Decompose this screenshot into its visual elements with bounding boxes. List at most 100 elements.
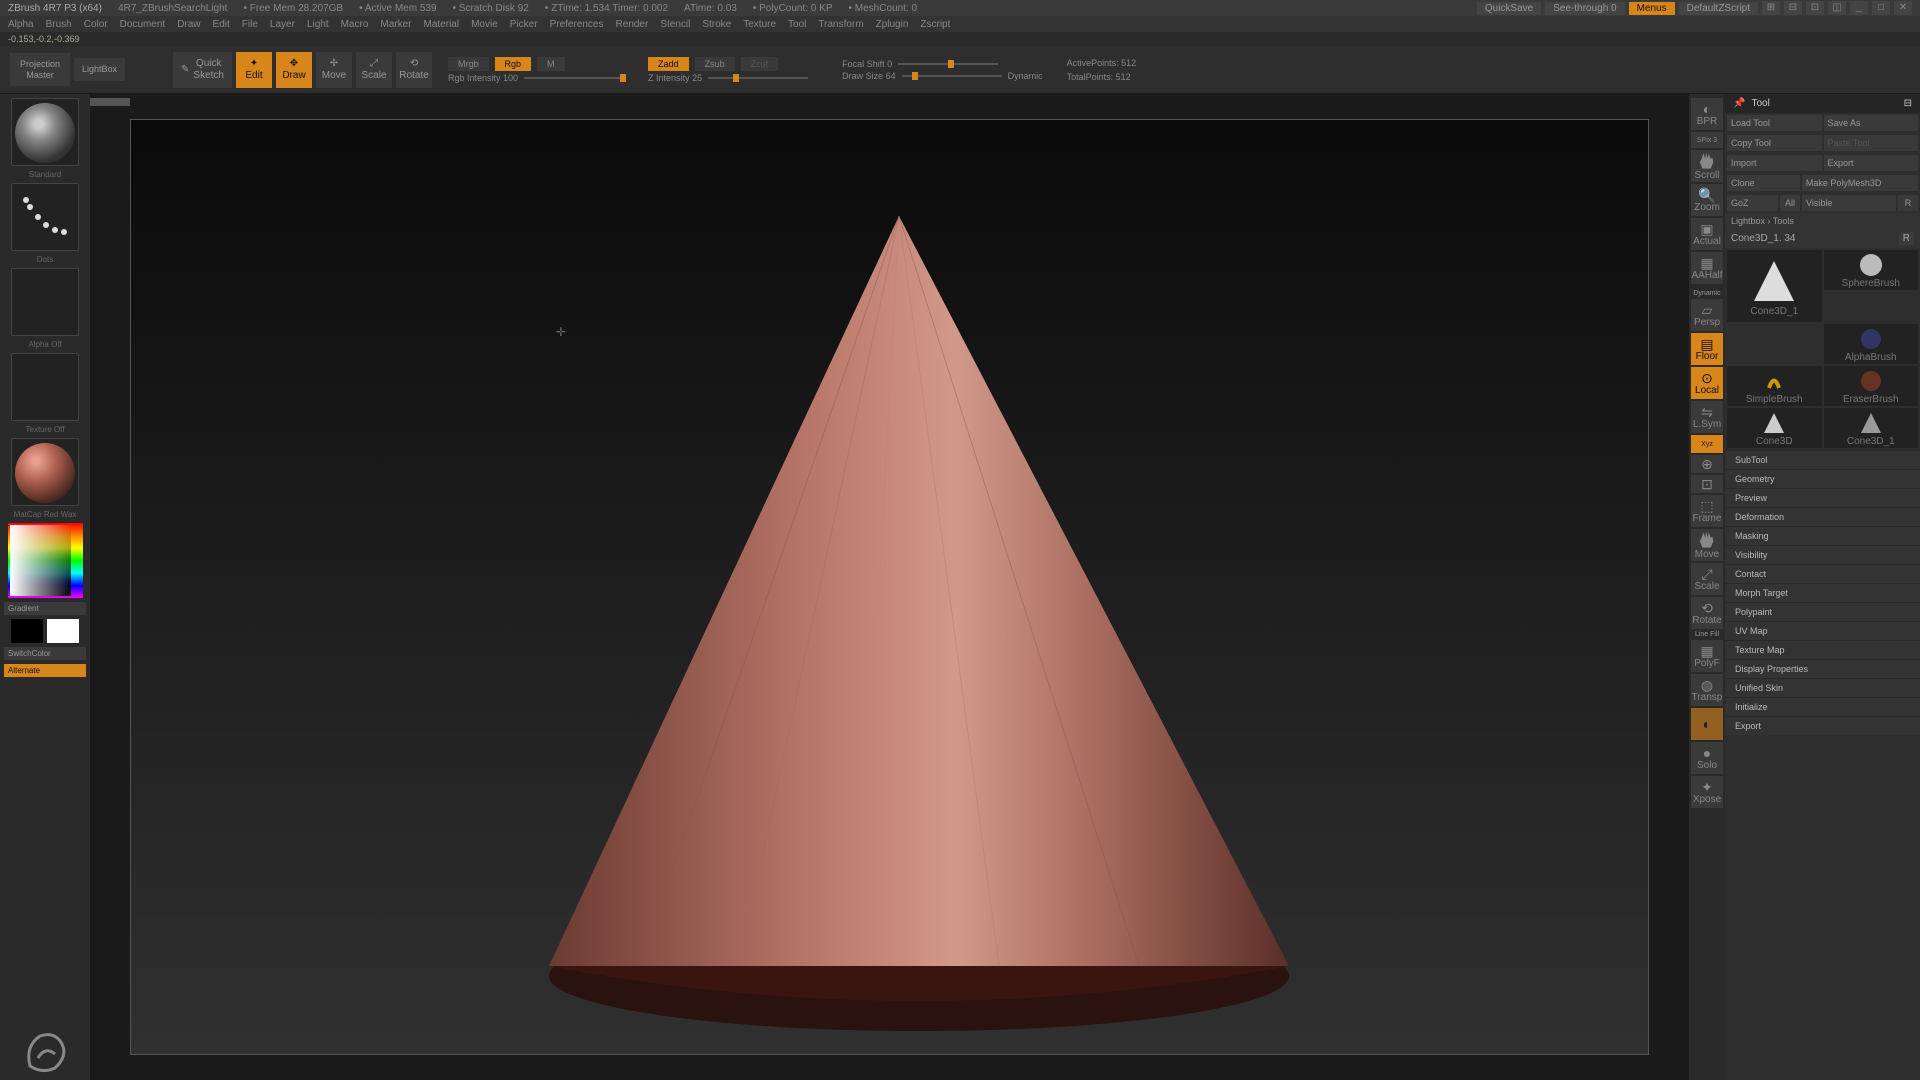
m-button[interactable]: M <box>537 57 565 71</box>
goz-all-button[interactable]: All <box>1780 195 1800 211</box>
quick-sketch-button[interactable]: ✎ Quick Sketch <box>173 52 232 88</box>
zadd-button[interactable]: Zadd <box>648 57 689 71</box>
persp-button[interactable]: ▱Persp <box>1691 299 1723 331</box>
rgb-button[interactable]: Rgb <box>495 57 532 71</box>
alternate-button[interactable]: Alternate <box>4 664 86 677</box>
focal-shift-slider[interactable] <box>898 63 998 65</box>
polymesh-button[interactable]: Make PolyMesh3D <box>1802 175 1918 191</box>
mrgb-button[interactable]: Mrgb <box>448 57 489 71</box>
tool-panel-header[interactable]: 📌 Tool ⊟ <box>1725 94 1920 113</box>
brush-thumbnail[interactable] <box>11 98 79 166</box>
menu-alpha[interactable]: Alpha <box>8 19 34 30</box>
menu-picker[interactable]: Picker <box>510 19 538 30</box>
default-zscript[interactable]: DefaultZScript <box>1679 2 1758 15</box>
section-unified-skin[interactable]: Unified Skin <box>1725 678 1920 697</box>
transp-button[interactable]: ◍Transp <box>1691 674 1723 706</box>
section-texture-map[interactable]: Texture Map <box>1725 640 1920 659</box>
move-mode-button[interactable]: ✢Move <box>316 52 352 88</box>
switch-color-button[interactable]: SwitchColor <box>4 647 86 660</box>
menu-edit[interactable]: Edit <box>213 19 230 30</box>
color-picker[interactable] <box>8 523 83 598</box>
rotate-mode-button[interactable]: ⟲Rotate <box>396 52 432 88</box>
tool-thumb-cone3d1[interactable]: Cone3D_1 <box>1727 250 1822 322</box>
floor-button[interactable]: ▤Floor <box>1691 333 1723 365</box>
draw-mode-button[interactable]: ✥Draw <box>276 52 312 88</box>
projection-master-button[interactable]: Projection Master <box>10 53 70 87</box>
actual-button[interactable]: ▣Actual <box>1691 218 1723 250</box>
center-button[interactable]: ⊕ <box>1691 455 1723 473</box>
canvas-scroll-handle[interactable] <box>90 98 130 106</box>
menu-transform[interactable]: Transform <box>818 19 863 30</box>
menu-zplugin[interactable]: Zplugin <box>876 19 909 30</box>
window-min-icon[interactable]: _ <box>1850 1 1868 15</box>
collapse-icon[interactable]: ⊟ <box>1904 98 1912 109</box>
section-polypaint[interactable]: Polypaint <box>1725 602 1920 621</box>
section-morph-target[interactable]: Morph Target <box>1725 583 1920 602</box>
stroke-thumbnail[interactable] <box>11 183 79 251</box>
menu-zscript[interactable]: Zscript <box>920 19 950 30</box>
menu-draw[interactable]: Draw <box>177 19 200 30</box>
menu-light[interactable]: Light <box>307 19 329 30</box>
pin-icon[interactable]: 📌 <box>1733 98 1745 109</box>
menu-render[interactable]: Render <box>616 19 649 30</box>
window-max-icon[interactable]: □ <box>1872 1 1890 15</box>
xyz-button[interactable]: Xyz <box>1691 435 1723 453</box>
polyf-button[interactable]: ▦PolyF <box>1691 640 1723 672</box>
tool-thumb-eraserbrush[interactable]: EraserBrush <box>1824 366 1919 406</box>
layout4-icon[interactable]: ◫ <box>1828 1 1846 15</box>
move-nav-button[interactable]: Move <box>1691 529 1723 561</box>
layout-icon[interactable]: ⊞ <box>1762 1 1780 15</box>
section-contact[interactable]: Contact <box>1725 564 1920 583</box>
gradient-button[interactable]: Gradient <box>4 602 86 615</box>
current-tool-name[interactable]: Cone3D_1. 34 R <box>1725 229 1920 248</box>
tool-thumb-spherebrush[interactable]: SphereBrush <box>1824 250 1919 290</box>
menu-tool[interactable]: Tool <box>788 19 806 30</box>
section-subtool[interactable]: SubTool <box>1725 450 1920 469</box>
frame-button[interactable]: ⬚Frame <box>1691 495 1723 527</box>
scroll-button[interactable]: Scroll <box>1691 150 1723 182</box>
scale-mode-button[interactable]: ⤢Scale <box>356 52 392 88</box>
window-close-icon[interactable]: ✕ <box>1894 1 1912 15</box>
dynamic-label[interactable]: Dynamic <box>1008 71 1043 81</box>
menu-file[interactable]: File <box>242 19 258 30</box>
import-button[interactable]: Import <box>1727 155 1822 171</box>
menu-movie[interactable]: Movie <box>471 19 498 30</box>
lightbox-button[interactable]: LightBox <box>74 58 125 81</box>
export-button[interactable]: Export <box>1824 155 1919 171</box>
cone-mesh[interactable] <box>439 156 1339 1056</box>
tool-r-button[interactable]: R <box>1899 232 1914 245</box>
tool-thumb-cone3d[interactable]: Cone3D <box>1727 408 1822 448</box>
rotate-nav-button[interactable]: ⟲Rotate <box>1691 597 1723 629</box>
lightbox-tools-label[interactable]: Lightbox › Tools <box>1725 213 1920 229</box>
zsub-button[interactable]: Zsub <box>695 57 735 71</box>
menu-texture[interactable]: Texture <box>743 19 776 30</box>
section-uv-map[interactable]: UV Map <box>1725 621 1920 640</box>
fit-button[interactable]: ⊡ <box>1691 475 1723 493</box>
alpha-thumbnail[interactable] <box>11 268 79 336</box>
scale-nav-button[interactable]: ⤢Scale <box>1691 563 1723 595</box>
section-preview[interactable]: Preview <box>1725 488 1920 507</box>
texture-thumbnail[interactable] <box>11 353 79 421</box>
section-deformation[interactable]: Deformation <box>1725 507 1920 526</box>
paste-tool-button[interactable]: Paste Tool <box>1824 135 1919 151</box>
primary-color-swatch[interactable] <box>47 619 79 643</box>
clone-button[interactable]: Clone <box>1727 175 1800 191</box>
menu-preferences[interactable]: Preferences <box>550 19 604 30</box>
menu-material[interactable]: Material <box>424 19 460 30</box>
goz-r-button[interactable]: R <box>1898 195 1918 211</box>
rgb-intensity-slider[interactable] <box>524 77 624 79</box>
menu-document[interactable]: Document <box>120 19 166 30</box>
tool-thumb-alphabrush[interactable]: AlphaBrush <box>1824 324 1919 364</box>
section-visibility[interactable]: Visibility <box>1725 545 1920 564</box>
goz-button[interactable]: GoZ <box>1727 195 1778 211</box>
section-initialize[interactable]: Initialize <box>1725 697 1920 716</box>
menu-brush[interactable]: Brush <box>46 19 72 30</box>
z-intensity-slider[interactable] <box>708 77 808 79</box>
zcut-button[interactable]: Zcut <box>741 57 779 71</box>
goz-visible-button[interactable]: Visible <box>1802 195 1896 211</box>
section-masking[interactable]: Masking <box>1725 526 1920 545</box>
menu-macro[interactable]: Macro <box>341 19 369 30</box>
local-button[interactable]: ⊙Local <box>1691 367 1723 399</box>
xpose-button[interactable]: ✦Xpose <box>1691 776 1723 808</box>
menu-color[interactable]: Color <box>84 19 108 30</box>
